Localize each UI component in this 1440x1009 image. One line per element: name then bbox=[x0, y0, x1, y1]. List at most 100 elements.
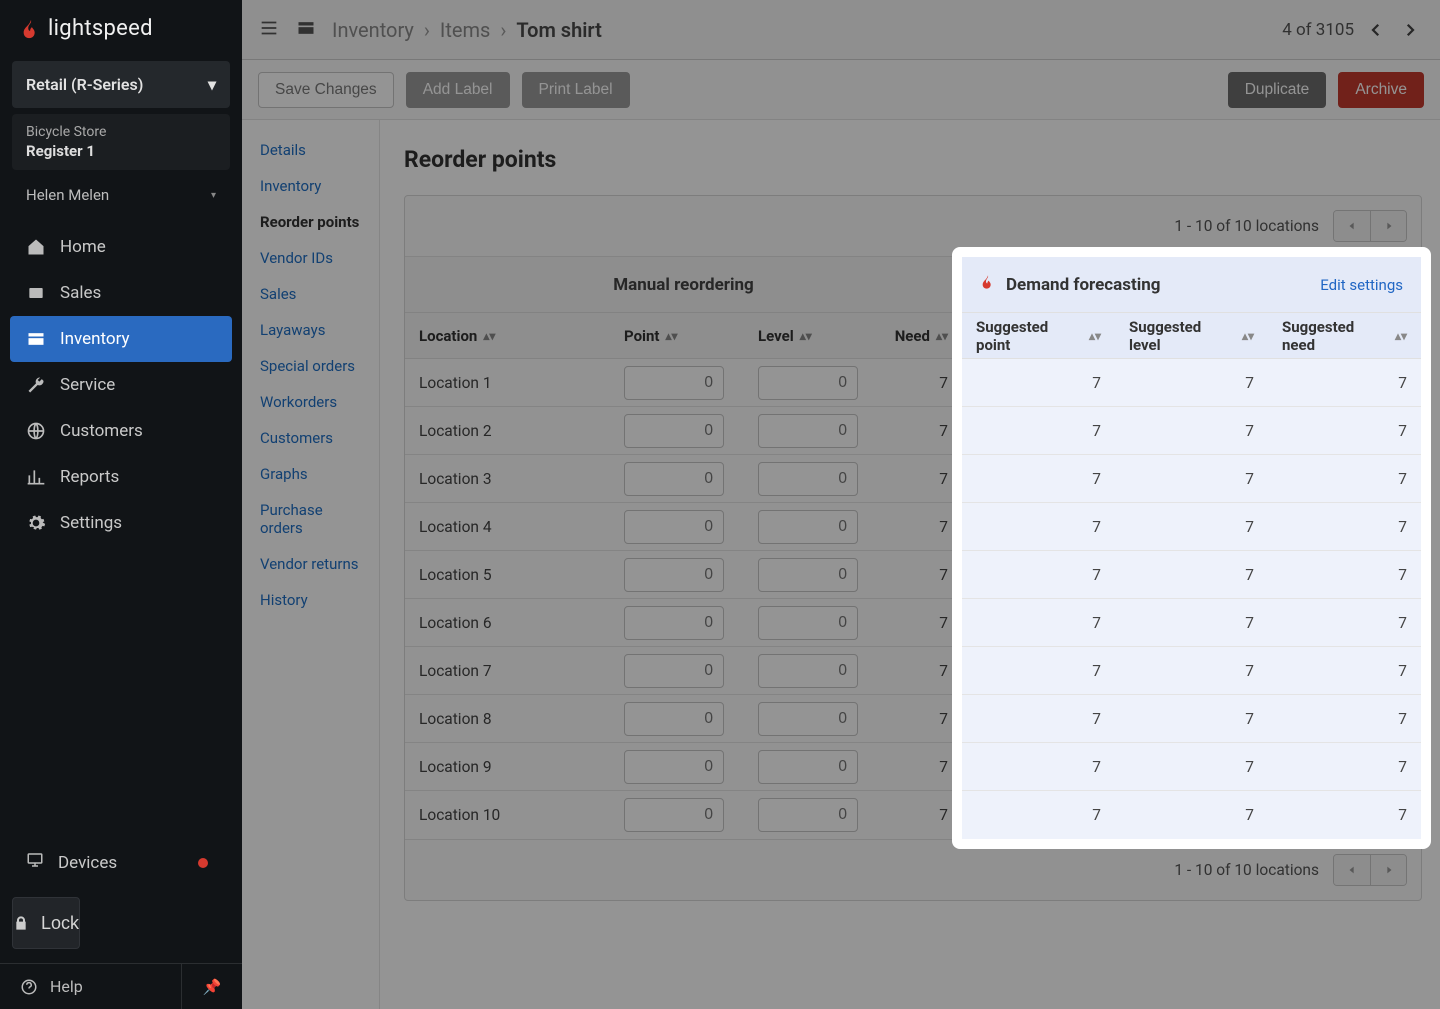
help-button[interactable]: Help bbox=[0, 964, 182, 1009]
point-input[interactable] bbox=[624, 366, 724, 400]
table-row: Location 47 bbox=[405, 503, 962, 551]
point-input[interactable] bbox=[624, 798, 724, 832]
point-input[interactable] bbox=[624, 462, 724, 496]
table-row: Location 87 bbox=[405, 695, 962, 743]
actionbar: Save Changes Add Label Print Label Dupli… bbox=[242, 60, 1440, 120]
point-input[interactable] bbox=[624, 606, 724, 640]
col-suggested-need[interactable]: Suggested need▴▾ bbox=[1268, 318, 1421, 354]
flame-icon bbox=[20, 18, 42, 40]
level-input[interactable] bbox=[758, 654, 858, 688]
inventory-icon bbox=[26, 329, 46, 349]
subnav-details[interactable]: Details bbox=[242, 132, 379, 168]
edit-settings-link[interactable]: Edit settings bbox=[1320, 276, 1403, 294]
cell-need: 7 bbox=[878, 662, 962, 680]
topbar: Inventory › Items › Tom shirt 4 of 3105 bbox=[242, 0, 1440, 60]
col-level[interactable]: Level▴▾ bbox=[744, 327, 878, 345]
record-pager: 4 of 3105 bbox=[1282, 16, 1424, 44]
point-input[interactable] bbox=[624, 558, 724, 592]
subnav-workorders[interactable]: Workorders bbox=[242, 384, 379, 420]
cell-need: 7 bbox=[878, 470, 962, 488]
subnav-purchase-orders[interactable]: Purchase orders bbox=[242, 492, 379, 546]
point-input[interactable] bbox=[624, 510, 724, 544]
subnav-reorder-points[interactable]: Reorder points bbox=[242, 204, 379, 240]
col-location[interactable]: Location▴▾ bbox=[405, 327, 610, 345]
add-label-button[interactable]: Add Label bbox=[406, 72, 510, 108]
pager-prev[interactable] bbox=[1334, 211, 1370, 241]
pin-icon: 📌 bbox=[203, 978, 222, 996]
level-input[interactable] bbox=[758, 366, 858, 400]
alert-dot-icon bbox=[198, 858, 208, 868]
nav-customers[interactable]: Customers bbox=[0, 408, 242, 454]
reorder-card: 1 - 10 of 10 locations Manual reordering bbox=[404, 195, 1422, 901]
point-input[interactable] bbox=[624, 750, 724, 784]
series-select[interactable]: Retail (R-Series) ▾ bbox=[12, 61, 230, 108]
subnav-layaways[interactable]: Layaways bbox=[242, 312, 379, 348]
pager-next[interactable] bbox=[1396, 16, 1424, 44]
point-input[interactable] bbox=[624, 654, 724, 688]
pager-prev[interactable] bbox=[1334, 855, 1370, 885]
chevron-right-icon: › bbox=[424, 18, 430, 42]
nav-label: Sales bbox=[60, 283, 101, 303]
point-input[interactable] bbox=[624, 414, 724, 448]
cell-need: 7 bbox=[878, 758, 962, 776]
cell-suggested-need: 7 bbox=[1268, 662, 1421, 680]
level-input[interactable] bbox=[758, 702, 858, 736]
subnav-history[interactable]: History bbox=[242, 582, 379, 618]
demand-forecasting-section: Demand forecasting Edit settings Suggest… bbox=[962, 257, 1421, 839]
point-input[interactable] bbox=[624, 702, 724, 736]
nav-sales[interactable]: Sales bbox=[0, 270, 242, 316]
nav-label: Reports bbox=[60, 467, 119, 487]
lock-button[interactable]: Lock bbox=[12, 897, 80, 949]
subnav-customers[interactable]: Customers bbox=[242, 420, 379, 456]
user-name: Helen Melen bbox=[26, 186, 109, 204]
level-input[interactable] bbox=[758, 462, 858, 496]
level-input[interactable] bbox=[758, 510, 858, 544]
level-input[interactable] bbox=[758, 606, 858, 640]
subnav-graphs[interactable]: Graphs bbox=[242, 456, 379, 492]
sort-icon: ▴▾ bbox=[666, 332, 678, 340]
col-suggested-point[interactable]: Suggested point▴▾ bbox=[962, 318, 1115, 354]
nav-settings[interactable]: Settings bbox=[0, 500, 242, 546]
cell-location: Location 4 bbox=[405, 518, 610, 536]
nav-devices[interactable]: Devices bbox=[0, 838, 242, 887]
user-menu[interactable]: Helen Melen ▾ bbox=[26, 186, 228, 204]
level-input[interactable] bbox=[758, 414, 858, 448]
subnav-vendor-ids[interactable]: Vendor IDs bbox=[242, 240, 379, 276]
store-select[interactable]: Bicycle Store Register 1 bbox=[12, 114, 230, 170]
triangle-left-icon bbox=[1347, 865, 1357, 875]
subnav-inventory[interactable]: Inventory bbox=[242, 168, 379, 204]
cell-need: 7 bbox=[878, 566, 962, 584]
subnav-sales[interactable]: Sales bbox=[242, 276, 379, 312]
level-input[interactable] bbox=[758, 798, 858, 832]
print-label-button[interactable]: Print Label bbox=[522, 72, 630, 108]
col-point[interactable]: Point▴▾ bbox=[610, 327, 744, 345]
subnav-special-orders[interactable]: Special orders bbox=[242, 348, 379, 384]
hamburger-button[interactable] bbox=[258, 17, 280, 43]
pager-prev[interactable] bbox=[1362, 16, 1390, 44]
pager-next[interactable] bbox=[1370, 211, 1406, 241]
pager-range: 1 - 10 of 10 locations bbox=[1174, 217, 1319, 235]
archive-button[interactable]: Archive bbox=[1338, 72, 1424, 108]
cell-suggested-need: 7 bbox=[1268, 566, 1421, 584]
nav-reports[interactable]: Reports bbox=[0, 454, 242, 500]
cell-need: 7 bbox=[878, 422, 962, 440]
cell-need: 7 bbox=[878, 374, 962, 392]
col-suggested-level[interactable]: Suggested level▴▾ bbox=[1115, 318, 1268, 354]
subnav-vendor-returns[interactable]: Vendor returns bbox=[242, 546, 379, 582]
nav-inventory[interactable]: Inventory bbox=[10, 316, 232, 362]
table-row: 777 bbox=[962, 359, 1421, 407]
cell-location: Location 10 bbox=[405, 806, 610, 824]
save-button[interactable]: Save Changes bbox=[258, 72, 394, 108]
breadcrumb-inventory[interactable]: Inventory bbox=[332, 18, 414, 42]
pin-button[interactable]: 📌 bbox=[182, 964, 242, 1009]
level-input[interactable] bbox=[758, 558, 858, 592]
archive-box-icon bbox=[296, 18, 316, 42]
col-need[interactable]: Need▴▾ bbox=[878, 327, 962, 345]
nav-service[interactable]: Service bbox=[0, 362, 242, 408]
triangle-right-icon bbox=[1384, 221, 1394, 231]
level-input[interactable] bbox=[758, 750, 858, 784]
nav-home[interactable]: Home bbox=[0, 224, 242, 270]
breadcrumb-items[interactable]: Items bbox=[440, 18, 490, 42]
pager-next[interactable] bbox=[1370, 855, 1406, 885]
duplicate-button[interactable]: Duplicate bbox=[1228, 72, 1327, 108]
